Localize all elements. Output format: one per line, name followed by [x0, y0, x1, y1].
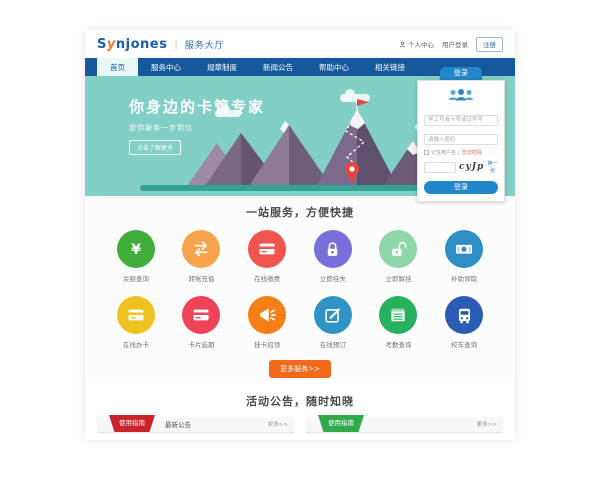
- login-panel: 登录 记住用户名 | 忘记密码 cyJp 换一张: [417, 67, 505, 202]
- nav-item-4[interactable]: 帮助中心: [306, 58, 362, 76]
- nav-item-2[interactable]: 规章制度: [194, 58, 250, 76]
- service-item-5[interactable]: 补助领取: [431, 230, 497, 283]
- right-panel: 使用指南 更多>>: [306, 418, 503, 440]
- credit-card-icon[interactable]: [248, 230, 286, 268]
- logo[interactable]: Synjones: [97, 37, 167, 52]
- service-item-11[interactable]: 校车查询: [431, 296, 497, 349]
- service-label: 在线缴费: [234, 273, 300, 283]
- megaphone-icon[interactable]: [248, 296, 286, 334]
- service-label: 挂卡招领: [234, 339, 300, 349]
- nav-item-1[interactable]: 服务中心: [138, 58, 194, 76]
- service-label: 补助领取: [431, 273, 497, 283]
- logo-text: S: [97, 37, 107, 52]
- remember-label: 记住用户名: [431, 149, 456, 156]
- login-form: 记住用户名 | 忘记密码 cyJp 换一张 登录: [417, 80, 505, 202]
- service-item-9[interactable]: 在线预订: [300, 296, 366, 349]
- lock-closed-icon[interactable]: [314, 230, 352, 268]
- captcha-refresh-link[interactable]: 换一张: [487, 160, 498, 174]
- users-group-icon: [446, 88, 476, 102]
- register-button[interactable]: 注册: [476, 37, 503, 52]
- svg-text:¥: ¥: [131, 242, 141, 258]
- service-item-0[interactable]: ¥ 余额查询: [103, 230, 169, 283]
- logo-divider: |: [174, 39, 177, 50]
- user-login-label: 用户登录: [442, 39, 468, 49]
- services-section: 一站服务，方便快捷 ¥ 余额查询转账充值在线缴费立即挂失立即解挂补助领取在线办卡卡…: [85, 196, 515, 378]
- service-label: 余额查询: [103, 273, 169, 283]
- site-name: 服务大厅: [185, 38, 225, 51]
- announcement-panels: 使用指南 最新公告 更多>> 使用指南 更多>>: [97, 418, 503, 440]
- left-more-link[interactable]: 更多>>: [268, 418, 288, 433]
- service-label: 卡片延期: [169, 339, 235, 349]
- service-label: 校车查询: [431, 339, 497, 349]
- remember-checkbox[interactable]: [424, 150, 429, 155]
- hero-subtitle: 提供服务一步到位: [129, 123, 265, 133]
- service-label: 转账充值: [169, 273, 235, 283]
- right-panel-header: 使用指南 更多>>: [306, 418, 503, 433]
- services-title: 一站服务，方便快捷: [85, 204, 515, 220]
- yen-icon[interactable]: ¥: [117, 230, 155, 268]
- forgot-password-link[interactable]: 忘记密码: [462, 149, 482, 156]
- card-icon[interactable]: [182, 296, 220, 334]
- personal-center-link[interactable]: 个人中心: [399, 39, 434, 49]
- username-input[interactable]: [424, 115, 498, 126]
- logo-accent: y: [107, 37, 116, 52]
- more-services-button[interactable]: 更多服务>>: [269, 360, 331, 378]
- service-item-2[interactable]: 在线缴费: [234, 230, 300, 283]
- captcha-row: cyJp 换一张: [424, 160, 498, 174]
- nav-item-5[interactable]: 相关链接: [362, 58, 418, 76]
- top-header: Synjones | 服务大厅 个人中心 用户登录 注册: [85, 30, 515, 58]
- service-label: 立即挂失: [300, 273, 366, 283]
- service-item-8[interactable]: 挂卡招领: [234, 296, 300, 349]
- left-panel: 使用指南 最新公告 更多>>: [97, 418, 294, 440]
- service-item-7[interactable]: 卡片延期: [169, 296, 235, 349]
- password-input[interactable]: [424, 134, 498, 145]
- login-button[interactable]: 登录: [424, 181, 498, 194]
- captcha-image: cyJp: [459, 162, 484, 172]
- banknote-icon[interactable]: [445, 230, 483, 268]
- service-item-3[interactable]: 立即挂失: [300, 230, 366, 283]
- user-icon: [399, 41, 406, 48]
- service-item-6[interactable]: 在线办卡: [103, 296, 169, 349]
- hero-title: 你身边的卡管专家: [129, 96, 265, 117]
- announcements-section: 活动公告，随时知晓 使用指南 最新公告 更多>> 使用指南 更多>>: [85, 378, 515, 440]
- announcements-title: 活动公告，随时知晓: [85, 393, 515, 409]
- remember-row: 记住用户名 | 忘记密码: [424, 149, 498, 156]
- card-icon[interactable]: [117, 296, 155, 334]
- login-tab[interactable]: 登录: [440, 67, 482, 80]
- right-panel-body: [306, 433, 503, 440]
- hero-banner: 你身边的卡管专家 提供服务一步到位 点击了解更多 登录: [85, 76, 515, 196]
- lock-open-icon[interactable]: [379, 230, 417, 268]
- hero-cta-button[interactable]: 点击了解更多: [129, 140, 181, 155]
- nav-item-0[interactable]: 首页: [97, 58, 138, 76]
- personal-center-label: 个人中心: [408, 39, 434, 49]
- hero-text-block: 你身边的卡管专家 提供服务一步到位 点击了解更多: [129, 96, 265, 155]
- login-separator: |: [458, 150, 460, 156]
- user-login-link[interactable]: 用户登录: [442, 39, 468, 49]
- services-grid: ¥ 余额查询转账充值在线缴费立即挂失立即解挂补助领取在线办卡卡片延期挂卡招领在线预…: [103, 230, 497, 349]
- transfer-arrows-icon[interactable]: [182, 230, 220, 268]
- header-links: 个人中心 用户登录 注册: [399, 37, 503, 52]
- service-item-4[interactable]: 立即解挂: [366, 230, 432, 283]
- guide-tab-left[interactable]: 使用指南: [109, 415, 155, 432]
- service-label: 立即解挂: [366, 273, 432, 283]
- bus-icon[interactable]: [445, 296, 483, 334]
- nav-item-3[interactable]: 新闻公告: [250, 58, 306, 76]
- service-label: 考勤查询: [366, 339, 432, 349]
- service-label: 在线预订: [300, 339, 366, 349]
- logo-text-2: njones: [116, 37, 167, 52]
- edit-icon[interactable]: [314, 296, 352, 334]
- left-panel-header: 使用指南 最新公告 更多>>: [97, 418, 294, 433]
- service-item-1[interactable]: 转账充值: [169, 230, 235, 283]
- schedule-icon[interactable]: [379, 296, 417, 334]
- guide-tab-right[interactable]: 使用指南: [318, 415, 364, 432]
- captcha-input[interactable]: [424, 162, 456, 173]
- news-tab[interactable]: 最新公告: [165, 418, 191, 433]
- service-label: 在线办卡: [103, 339, 169, 349]
- left-panel-body: [97, 433, 294, 440]
- right-more-link[interactable]: 更多>>: [477, 418, 497, 433]
- service-item-10[interactable]: 考勤查询: [366, 296, 432, 349]
- page-container: Synjones | 服务大厅 个人中心 用户登录 注册 首页服务中心规章制度新…: [85, 30, 515, 440]
